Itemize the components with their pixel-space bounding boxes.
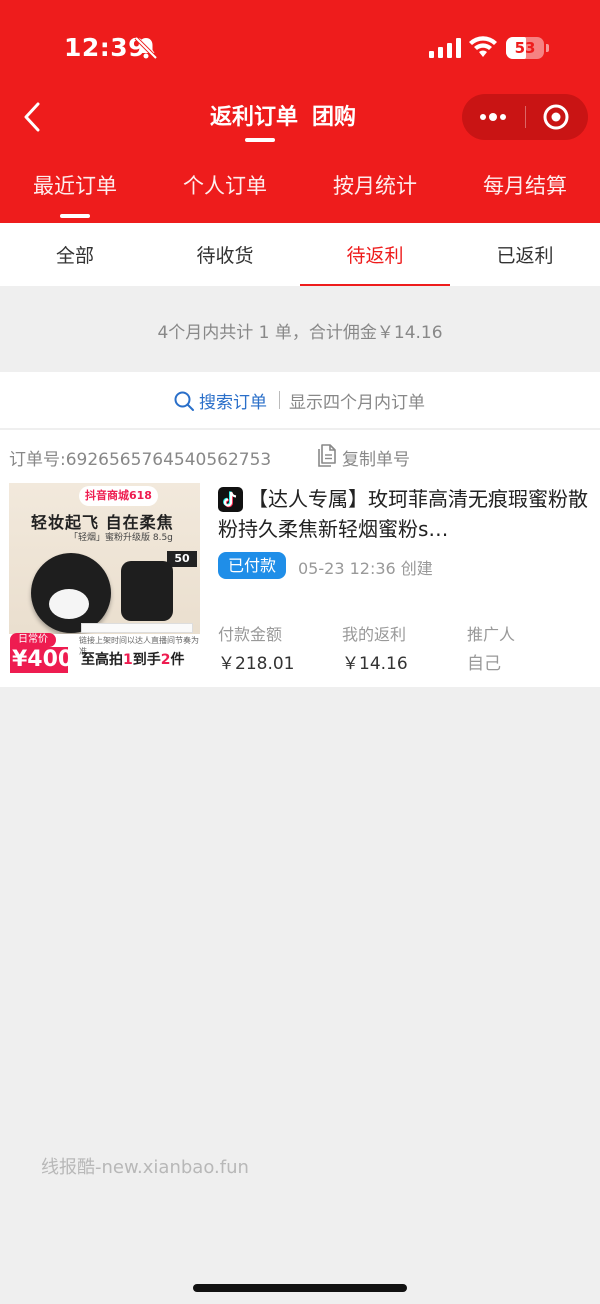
stat-label-payment: 付款金额 (218, 625, 283, 644)
subtab-pending-rebate[interactable]: 待返利 (300, 241, 450, 268)
order-created-time: 05-23 12:36 创建 (298, 559, 433, 578)
tab-recent-orders[interactable]: 最近订单 (0, 170, 150, 200)
title-group-buy[interactable]: 团购 (312, 99, 356, 131)
search-separator (279, 391, 280, 409)
status-filter-tabs: 全部 待收货 待返利 已返利 (0, 223, 600, 286)
order-number: 订单号:6926565764540562753 (9, 450, 272, 470)
top-tabs: 最近订单 个人订单 按月统计 每月结算 (0, 170, 600, 210)
subtab-awaiting-delivery[interactable]: 待收货 (150, 241, 300, 268)
cell-signal-icon (429, 38, 461, 58)
back-arrow-icon[interactable] (20, 100, 46, 134)
page-title: 返利订单 团购 (210, 99, 370, 131)
thumb-daily-price: ¥400 (10, 647, 74, 673)
battery-level: 53 (514, 39, 536, 57)
order-card[interactable]: 订单号:6926565764540562753 复制单号 抖音商城618 轻妆起… (0, 430, 600, 687)
bell-muted-icon (134, 36, 158, 60)
tab-personal-orders[interactable]: 个人订单 (150, 170, 300, 200)
thumb-daily-price-label: 日常价 (10, 633, 56, 647)
stat-value-promoter: 自己 (467, 654, 501, 674)
close-target-icon[interactable] (542, 103, 570, 131)
copy-order-number-button[interactable]: 复制单号 (342, 445, 410, 470)
thumb-deal: 至高拍1到手2件 (81, 652, 185, 668)
watermark-text: 线报酷-new.xianbao.fun (41, 1157, 249, 1178)
product-title[interactable]: 【达人专属】玫珂菲高清无痕瑕蜜粉散粉持久柔焦新轻烟蜜粉s… (218, 484, 590, 544)
more-icon[interactable] (476, 106, 510, 128)
miniprogram-capsule (462, 94, 588, 140)
title-rebate-orders[interactable]: 返利订单 (210, 99, 298, 131)
subtab-rebated[interactable]: 已返利 (450, 241, 600, 268)
thumb-coupon-tag: 50 (167, 551, 197, 567)
battery-indicator: 53 (506, 37, 549, 59)
app-header: 12:39 53 返利订单 团购 最近订单 个人订单 按月统计 每月结算 (0, 0, 600, 223)
stat-value-rebate: ￥14.16 (342, 654, 408, 674)
title-underline (245, 138, 275, 142)
product-thumbnail[interactable]: 抖音商城618 轻妆起飞 自在柔焦 「轻烟」蜜粉升级版 8.5g 50 日常价 … (9, 483, 200, 674)
order-summary: 4个月内共计 1 单，合计佣金￥14.16 (0, 286, 600, 372)
copy-icon[interactable] (317, 444, 337, 467)
stat-label-rebate: 我的返利 (342, 625, 407, 644)
search-orders-link[interactable]: 搜索订单 (199, 388, 267, 413)
powder-compact-small (121, 561, 173, 621)
powder-puff (49, 589, 89, 619)
capsule-divider (525, 106, 526, 128)
home-indicator[interactable] (193, 1284, 407, 1292)
product-stand (81, 623, 193, 633)
stat-value-payment: ￥218.01 (218, 654, 295, 674)
stat-label-promoter: 推广人 (467, 625, 516, 644)
summary-text: 4个月内共计 1 单，合计佣金￥14.16 (157, 323, 443, 343)
thumb-mall-badge: 抖音商城618 (79, 486, 158, 506)
tab-monthly-settlement[interactable]: 每月结算 (450, 170, 600, 200)
search-icon[interactable] (173, 390, 195, 412)
payment-status-badge: 已付款 (218, 552, 287, 579)
thumb-subtitle: 「轻烟」蜜粉升级版 8.5g (69, 533, 173, 543)
search-hint: 显示四个月内订单 (289, 393, 425, 413)
top-tab-active-indicator (60, 214, 90, 218)
search-bar: 搜索订单 显示四个月内订单 (0, 372, 600, 428)
wifi-icon (469, 36, 497, 57)
subtab-all[interactable]: 全部 (0, 241, 150, 268)
tab-monthly-stats[interactable]: 按月统计 (300, 170, 450, 200)
